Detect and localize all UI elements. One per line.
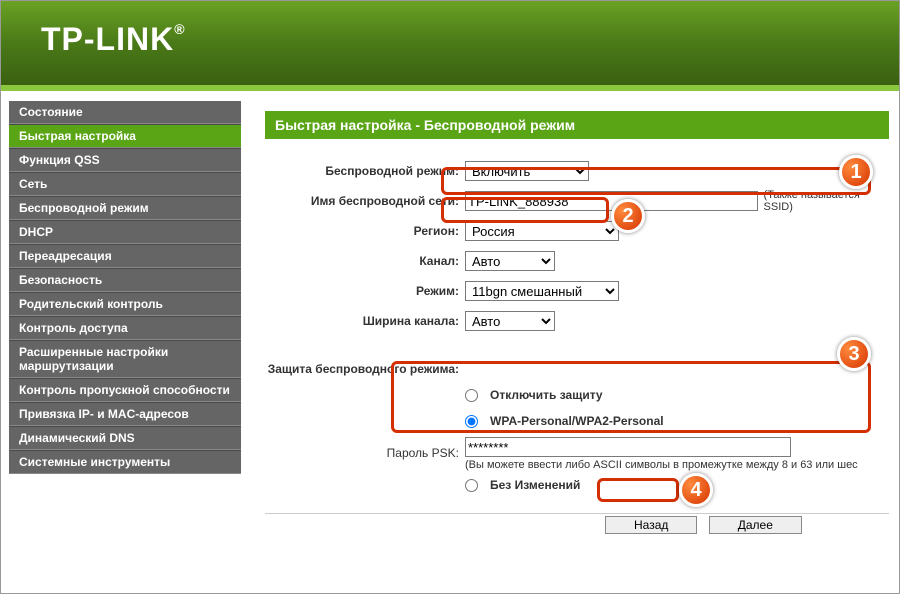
hint-ssid: (Также называется SSID) (764, 189, 889, 213)
radio-wpa-personal[interactable] (465, 415, 478, 428)
select-channel-width[interactable]: Авто (465, 311, 555, 331)
sidebar-item-wireless[interactable]: Беспроводной режим (9, 196, 241, 220)
select-channel[interactable]: Авто (465, 251, 555, 271)
marker-badge-3: 3 (837, 337, 871, 371)
sidebar-item-forwarding[interactable]: Переадресация (9, 244, 241, 268)
label-channel: Канал: (265, 254, 465, 268)
sidebar-item-network[interactable]: Сеть (9, 172, 241, 196)
page-title: Быстрая настройка - Беспроводной режим (265, 111, 889, 139)
hint-psk: (Вы можете ввести либо ASCII символы в п… (465, 459, 889, 471)
label-region: Регион: (265, 224, 465, 238)
sidebar-item-security[interactable]: Безопасность (9, 268, 241, 292)
brand-logo: TP-LINK® (41, 21, 859, 58)
sidebar-item-access-control[interactable]: Контроль доступа (9, 316, 241, 340)
content: Быстрая настройка - Беспроводной режим Б… (241, 101, 891, 534)
radio-no-change[interactable] (465, 479, 478, 492)
label-channel-width: Ширина канала: (265, 314, 465, 328)
select-mode[interactable]: 11bgn смешанный (465, 281, 619, 301)
select-region[interactable]: Россия (465, 221, 619, 241)
sidebar-item-system-tools[interactable]: Системные инструменты (9, 450, 241, 474)
input-ssid[interactable] (465, 191, 758, 211)
back-button[interactable]: Назад (605, 516, 697, 534)
marker-badge-4: 4 (679, 473, 713, 507)
sidebar-item-dhcp[interactable]: DHCP (9, 220, 241, 244)
label-no-change: Без Изменений (490, 478, 580, 492)
sidebar: Состояние Быстрая настройка Функция QSS … (9, 101, 241, 534)
label-wpa-personal: WPA-Personal/WPA2-Personal (490, 414, 664, 428)
label-security: Защита беспроводного режима: (265, 362, 465, 376)
sidebar-item-routing[interactable]: Расширенные настройки маршрутизации (9, 340, 241, 378)
sidebar-item-quick-setup[interactable]: Быстрая настройка (9, 124, 241, 148)
sidebar-item-ddns[interactable]: Динамический DNS (9, 426, 241, 450)
next-button[interactable]: Далее (709, 516, 802, 534)
sidebar-item-parental[interactable]: Родительский контроль (9, 292, 241, 316)
marker-badge-2: 2 (611, 199, 645, 233)
radio-disable-security[interactable] (465, 389, 478, 402)
label-psk-password: Пароль PSK: (265, 446, 465, 460)
label-mode: Режим: (265, 284, 465, 298)
sidebar-item-qss[interactable]: Функция QSS (9, 148, 241, 172)
select-wireless-mode[interactable]: Включить (465, 161, 589, 181)
sidebar-item-ip-mac-binding[interactable]: Привязка IP- и MAC-адресов (9, 402, 241, 426)
sidebar-item-bandwidth[interactable]: Контроль пропускной способности (9, 378, 241, 402)
label-ssid: Имя беспроводной сети: (265, 194, 465, 208)
input-psk-password[interactable] (465, 437, 791, 457)
sidebar-item-status[interactable]: Состояние (9, 101, 241, 124)
label-wireless-mode: Беспроводной режим: (265, 164, 465, 178)
marker-badge-1: 1 (839, 155, 873, 189)
label-disable-security: Отключить защиту (490, 388, 603, 402)
brand-text: TP-LINK (41, 21, 174, 57)
